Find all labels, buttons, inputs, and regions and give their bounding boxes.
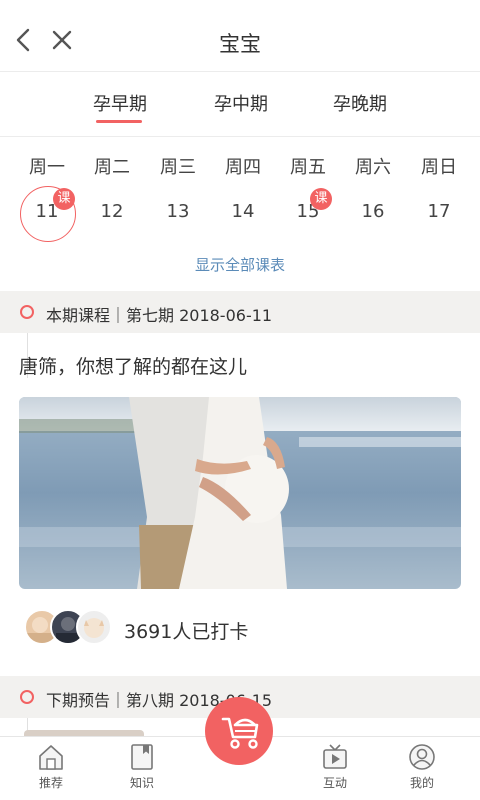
page-title: 宝宝 — [219, 32, 261, 56]
current-course-label: 本期课程｜第七期 2018-06-11 — [46, 306, 273, 325]
week-calendar: 周一 周二 周三 周四 周五 周六 周日 11 12 13 14 15 16 1… — [0, 137, 480, 291]
tab-interaction[interactable]: 互动 — [305, 743, 365, 791]
course-headline[interactable]: 唐筛，你想了解的都在这儿 — [19, 352, 247, 379]
tab-mid-pregnancy[interactable]: 孕中期 — [191, 90, 291, 116]
timeline-dot — [20, 305, 34, 319]
current-course-section-header: 本期课程｜第七期 2018-06-11 — [0, 291, 480, 333]
weekday-label: 周四 — [225, 157, 261, 178]
calendar-date[interactable]: 12 — [80, 201, 144, 222]
tab-label: 孕早期 — [93, 94, 147, 115]
tv-icon — [323, 744, 347, 769]
checkin-count: 3691人已打卡 — [124, 621, 249, 643]
active-tab-indicator — [96, 120, 142, 123]
tab-label: 孕中期 — [214, 94, 268, 115]
tab-label: 推荐 — [38, 776, 63, 790]
course-badge: 课 — [53, 188, 75, 210]
period-tabs: 孕早期 孕中期 孕晚期 — [0, 72, 480, 137]
center-stroller-button[interactable] — [205, 697, 273, 765]
timeline-dot — [20, 690, 34, 704]
tab-knowledge[interactable]: 知识 — [112, 743, 172, 791]
calendar-date[interactable]: 16 — [341, 201, 405, 222]
weekday-label: 周一 — [29, 157, 65, 178]
weekday-label: 周五 — [290, 157, 326, 178]
tab-label: 知识 — [129, 776, 154, 790]
weekday-label: 周三 — [160, 157, 196, 178]
avatar — [76, 609, 112, 645]
show-all-schedule-link[interactable]: 显示全部课表 — [0, 254, 480, 275]
home-icon — [39, 745, 63, 770]
course-cover-image[interactable] — [19, 397, 461, 589]
user-icon — [409, 744, 435, 770]
calendar-date[interactable]: 17 — [407, 201, 471, 222]
calendar-date[interactable]: 14 — [211, 201, 275, 222]
checkin-avatars — [24, 609, 116, 645]
tab-recommend[interactable]: 推荐 — [21, 743, 81, 791]
weekday-label: 周二 — [94, 157, 130, 178]
weekday-label: 周六 — [355, 157, 391, 178]
top-navigation-bar: 宝宝 — [0, 0, 480, 72]
tab-label: 我的 — [409, 776, 434, 790]
tab-late-pregnancy[interactable]: 孕晚期 — [310, 90, 410, 116]
tab-early-pregnancy[interactable]: 孕早期 — [70, 90, 170, 123]
weekday-label: 周日 — [421, 157, 457, 178]
pregnant-couple-photo — [19, 397, 461, 589]
book-icon — [131, 744, 153, 770]
stroller-icon — [221, 717, 259, 749]
course-badge: 课 — [310, 188, 332, 210]
tab-label: 孕晚期 — [333, 94, 387, 115]
tab-mine[interactable]: 我的 — [392, 743, 452, 791]
calendar-date[interactable]: 13 — [146, 201, 210, 222]
tab-label: 互动 — [322, 776, 347, 790]
